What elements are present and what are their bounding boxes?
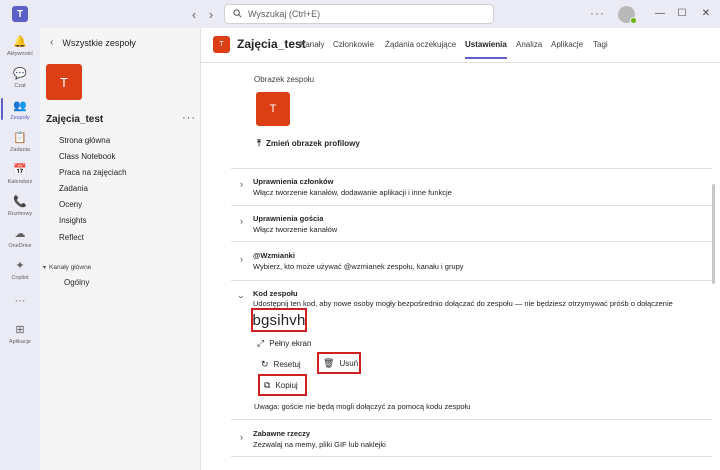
- channels-section-header[interactable]: ▾ Kanały główne: [43, 264, 91, 271]
- add-app-icon: ⊞: [15, 323, 25, 336]
- fullscreen-button[interactable]: ⤢ Pełny ekran: [257, 338, 311, 349]
- tab-analytics[interactable]: Analiza: [516, 40, 542, 49]
- sidebar-item-home[interactable]: Strona główna: [59, 136, 110, 145]
- page-title: Zajęcia_test: [237, 37, 306, 51]
- section-mentions-desc: Wybierz, kto może używać @wzmianek zespo…: [253, 262, 464, 271]
- rail-item-onedrive[interactable]: ☁ OneDrive: [0, 222, 40, 256]
- section-guest-permissions-desc: Włącz tworzenie kanałów: [253, 225, 338, 234]
- section-fun-stuff-title[interactable]: Zabawne rzeczy: [253, 429, 310, 438]
- teams-icon: 👥: [13, 99, 27, 112]
- scrollbar[interactable]: [712, 184, 715, 284]
- rail-item-teams[interactable]: 👥 Zespoły: [0, 94, 40, 128]
- rail-item-activity[interactable]: 🔔 Aktywność: [0, 30, 40, 64]
- team-avatar: T: [46, 64, 82, 100]
- section-team-code-desc: Udostępnij ten kod, aby nowe osoby mogły…: [253, 299, 673, 308]
- settings-content: Obrazek zespołu T ⤒ Zmień obrazek profil…: [201, 64, 720, 470]
- divider: [231, 456, 712, 457]
- team-code-value: bgsihvh: [251, 308, 307, 332]
- chevron-left-icon: ‹: [50, 37, 54, 48]
- divider: [231, 205, 712, 206]
- upload-icon: ⤒: [257, 138, 261, 148]
- refresh-icon: ↻: [261, 358, 269, 369]
- section-member-permissions-title[interactable]: Uprawnienia członków: [253, 177, 333, 186]
- chevron-right-icon[interactable]: ›: [240, 254, 243, 264]
- sidebar-item-grades[interactable]: Oceny: [59, 200, 82, 209]
- maximize-button[interactable]: ☐: [672, 4, 692, 22]
- chevron-right-icon[interactable]: ›: [240, 432, 243, 442]
- rail-item-chat[interactable]: 💬 Czat: [0, 62, 40, 96]
- section-fun-stuff-desc: Zezwalaj na memy, pliki GIF lub naklejki: [253, 440, 386, 449]
- sidebar-item-classwork[interactable]: Praca na zajęciach: [59, 168, 127, 177]
- guest-note: Uwaga: goście nie będą mogli dołączyć za…: [254, 402, 471, 411]
- expand-icon: ⤢: [257, 338, 265, 348]
- rail-item-assignments[interactable]: 📋 Zadania: [0, 126, 40, 160]
- tab-members[interactable]: Członkowie: [333, 40, 374, 49]
- tab-pending-requests[interactable]: Żądania oczekujące: [385, 40, 456, 49]
- assignments-icon: 📋: [13, 131, 27, 144]
- change-picture-button[interactable]: ⤒ Zmień obrazek profilowy: [257, 138, 360, 149]
- copy-icon: ⧉: [264, 379, 271, 390]
- chevron-down-icon[interactable]: ›: [237, 296, 247, 299]
- cloud-icon: ☁: [14, 227, 26, 240]
- section-member-permissions-desc: Włącz tworzenie kanałów, dodawanie aplik…: [253, 188, 452, 197]
- rail-item-calendar[interactable]: 📅 Kalendarz: [0, 158, 40, 192]
- tab-tags[interactable]: Tagi: [593, 40, 608, 49]
- back-arrow-icon[interactable]: ‹: [186, 6, 202, 22]
- team-more-options-icon[interactable]: ···: [182, 112, 196, 124]
- divider: [231, 419, 712, 420]
- section-mentions-title[interactable]: @Wzmianki: [253, 251, 295, 260]
- presence-status-icon: [630, 17, 637, 24]
- tab-channels[interactable]: Kanały: [300, 40, 324, 49]
- title-bar: T ‹ › ··· — ☐ ✕: [0, 0, 720, 28]
- search-bar[interactable]: [224, 4, 494, 24]
- more-options-icon[interactable]: ···: [590, 6, 605, 20]
- search-input[interactable]: [248, 9, 488, 19]
- divider: [231, 280, 712, 281]
- forward-arrow-icon[interactable]: ›: [203, 6, 219, 22]
- team-name: Zajęcia_test: [46, 114, 104, 125]
- section-team-code-title[interactable]: Kod zespołu: [253, 289, 298, 298]
- trash-icon: 🗑: [323, 357, 335, 368]
- teams-logo-icon: T: [12, 6, 28, 22]
- sidebar-item-reflect[interactable]: Reflect: [59, 233, 84, 242]
- main-panel: T Zajęcia_test Kanały Członkowie Żądania…: [201, 28, 720, 470]
- tab-settings[interactable]: Ustawienia: [465, 40, 507, 59]
- all-teams-label: Wszystkie zespoły: [62, 37, 136, 48]
- more-apps-icon: ···: [14, 295, 26, 307]
- team-header: T Zajęcia_test Kanały Członkowie Żądania…: [201, 28, 720, 63]
- chat-icon: 💬: [13, 67, 27, 80]
- section-guest-permissions-title[interactable]: Uprawnienia gościa: [253, 214, 323, 223]
- divider: [231, 168, 712, 169]
- rail-item-calls[interactable]: 📞 Rozmowy: [0, 190, 40, 224]
- sidebar-item-assignments[interactable]: Zadania: [59, 184, 88, 193]
- team-picture-label: Obrazek zespołu: [254, 75, 315, 84]
- close-button[interactable]: ✕: [696, 4, 716, 22]
- team-sidebar: ‹ Wszystkie zespoły T Zajęcia_test ··· S…: [40, 28, 201, 470]
- header-team-avatar: T: [213, 36, 230, 53]
- copilot-icon: ✦: [15, 259, 25, 272]
- sidebar-item-class-notebook[interactable]: Class Notebook: [59, 152, 115, 161]
- channel-item-general[interactable]: Ogólny: [64, 278, 89, 287]
- search-icon: [233, 8, 242, 20]
- rail-item-copilot[interactable]: ✦ Copilot: [0, 254, 40, 288]
- tab-apps[interactable]: Aplikacje: [551, 40, 583, 49]
- minimize-button[interactable]: —: [650, 4, 670, 22]
- phone-icon: 📞: [13, 195, 27, 208]
- copy-button[interactable]: ⧉ Kopiuj: [258, 374, 307, 396]
- remove-button[interactable]: 🗑 Usuń: [317, 352, 361, 374]
- rail-item-apps[interactable]: ⊞ Aplikacje: [0, 318, 40, 352]
- chevron-right-icon[interactable]: ›: [240, 216, 243, 226]
- reset-button[interactable]: ↻ Resetuj: [257, 354, 301, 374]
- team-picture: T: [256, 92, 290, 126]
- calendar-icon: 📅: [13, 163, 27, 176]
- all-teams-back-link[interactable]: ‹ Wszystkie zespoły: [50, 37, 136, 48]
- sidebar-item-insights[interactable]: Insights: [59, 216, 87, 225]
- app-rail: 🔔 Aktywność 💬 Czat 👥 Zespoły 📋 Zadania 📅…: [0, 28, 40, 470]
- bell-icon: 🔔: [13, 35, 27, 48]
- caret-down-icon: ▾: [43, 265, 47, 271]
- divider: [231, 241, 712, 242]
- chevron-right-icon[interactable]: ›: [240, 179, 243, 189]
